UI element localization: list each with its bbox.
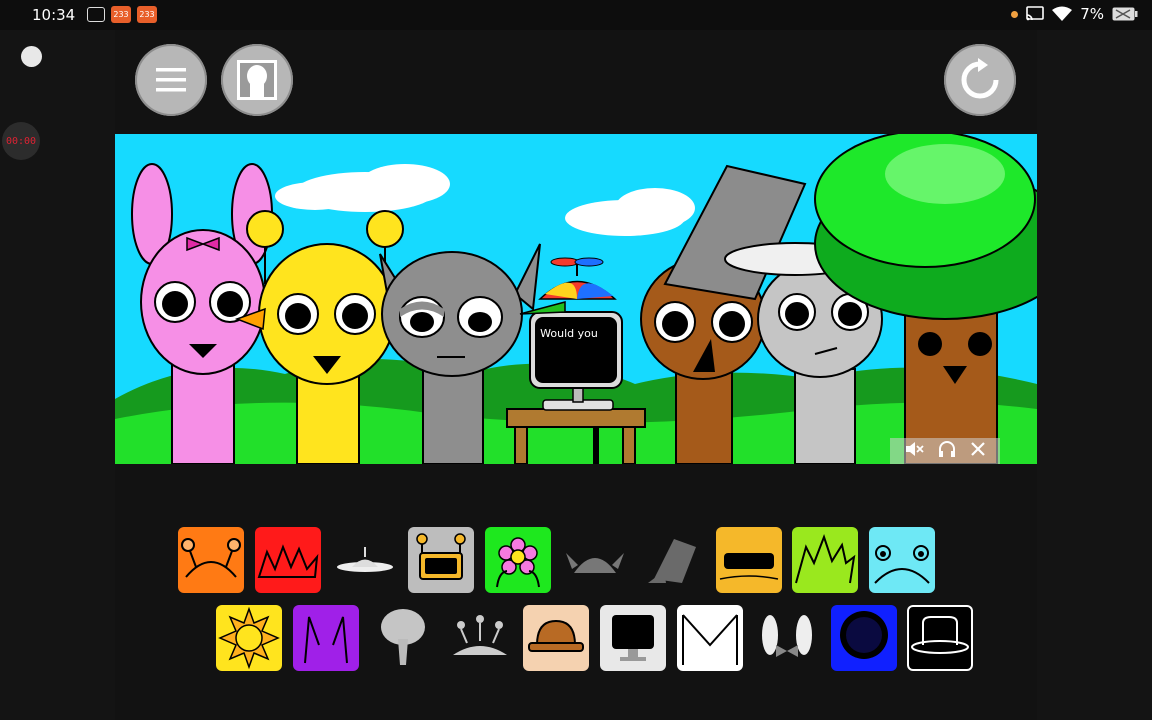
sun-icon	[218, 606, 280, 670]
palette-black-top-hat[interactable]	[907, 605, 973, 671]
palette-green-flower[interactable]	[485, 527, 551, 593]
shadow-ball-icon	[840, 611, 888, 659]
palette-yellow-sun[interactable]	[216, 605, 282, 671]
spiky-hair-icon	[795, 534, 856, 584]
bow-ears-icon	[762, 615, 812, 657]
palette-purple-horns[interactable]	[293, 605, 359, 671]
character-stage	[115, 134, 1037, 464]
palette-yellow-visor[interactable]	[716, 527, 782, 593]
privacy-dot-icon	[1011, 10, 1019, 18]
app-notification-icon	[87, 7, 105, 22]
mute-icon[interactable]	[904, 440, 924, 463]
status-bar: 10:34 233 233 7%	[0, 0, 1152, 30]
hat-icon	[528, 619, 584, 652]
floating-assist-button[interactable]	[21, 46, 42, 67]
character-silhouette-icon	[237, 60, 277, 100]
broken-bucket-icon	[648, 539, 696, 583]
reset-circular-arrow-icon	[961, 58, 999, 99]
palette-grey-robot-screen[interactable]	[408, 527, 474, 593]
speech-bubble: Would you	[540, 327, 598, 340]
palette-black-monitor[interactable]	[600, 605, 666, 671]
battery-icon	[1112, 7, 1138, 21]
palette-white-envelope[interactable]	[677, 605, 743, 671]
envelope-icon	[682, 614, 738, 665]
wifi-icon	[1052, 6, 1073, 21]
status-time: 10:34	[32, 6, 76, 24]
palette-white-bow-ears[interactable]	[754, 605, 820, 671]
badge-233-icon: 233	[137, 6, 157, 23]
palette-red-spiky-crown[interactable]	[255, 527, 321, 593]
monitor-icon	[612, 615, 654, 661]
palette-white-antenna-plate[interactable]	[332, 527, 398, 593]
reset-button[interactable]	[944, 44, 1016, 116]
recording-timer[interactable]: 00:00	[2, 122, 40, 160]
palette-grey-broken-bucket[interactable]	[640, 527, 706, 593]
robot-screen-icon	[416, 533, 466, 580]
stage-scene	[115, 134, 1037, 464]
headphones-icon[interactable]	[938, 440, 956, 463]
antenna-plate-icon	[337, 547, 393, 572]
tree-icon	[381, 609, 425, 665]
palette-blue-shadow-ball[interactable]	[831, 605, 897, 671]
frog-ears-icon	[874, 545, 930, 584]
flower-icon	[496, 537, 540, 588]
palette-grey-tree[interactable]	[370, 605, 436, 671]
top-hat-icon	[911, 616, 969, 654]
visor-icon	[719, 553, 779, 580]
cast-icon	[1026, 6, 1045, 21]
palette-lime-spiky-hair[interactable]	[792, 527, 858, 593]
palette-grey-horn-helmet[interactable]	[562, 527, 628, 593]
horns-icon	[304, 616, 348, 664]
status-right-icons: 7%	[1011, 5, 1138, 23]
menu-button[interactable]	[135, 44, 207, 116]
hamburger-menu-icon	[156, 68, 186, 92]
close-icon[interactable]	[970, 441, 986, 462]
cat-ears-icon	[181, 538, 241, 578]
spiky-crown-icon	[257, 544, 319, 578]
battery-percent: 7%	[1080, 5, 1104, 23]
palette-white-antennae[interactable]	[447, 605, 513, 671]
palette-cyan-frog-ears[interactable]	[869, 527, 935, 593]
horn-helmet-icon	[566, 553, 624, 573]
stage-overlay-controls	[890, 438, 1000, 464]
palette-brown-hat[interactable]	[523, 605, 589, 671]
badge-233-icon: 233	[111, 6, 131, 23]
status-notification-icons: 233 233	[87, 6, 157, 23]
antennae-icon	[453, 615, 507, 655]
cloud	[275, 164, 695, 236]
palette-orange-cat-ears[interactable]	[178, 527, 244, 593]
character-button[interactable]	[221, 44, 293, 116]
